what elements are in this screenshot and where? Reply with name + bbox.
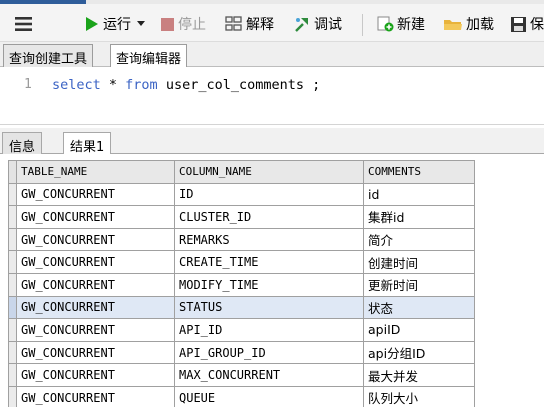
- comments-cell[interactable]: 简介: [363, 227, 475, 252]
- table-name-cell[interactable]: GW_CONCURRENT: [16, 318, 175, 342]
- row-indicator[interactable]: [8, 250, 17, 274]
- menu-button[interactable]: [14, 13, 34, 35]
- load-label: 加载: [466, 17, 494, 33]
- table-name-cell[interactable]: GW_CONCURRENT: [16, 363, 175, 387]
- table-name-cell[interactable]: GW_CONCURRENT: [16, 205, 175, 229]
- row-indicator[interactable]: [8, 385, 17, 407]
- column-name-cell[interactable]: STATUS: [174, 295, 364, 320]
- comments-cell[interactable]: 队列大小: [363, 385, 475, 407]
- table-row[interactable]: GW_CONCURRENT API_ID apiID: [8, 318, 475, 342]
- row-indicator[interactable]: [8, 227, 17, 252]
- save-button[interactable]: 保: [510, 13, 544, 35]
- row-indicator-header[interactable]: [8, 160, 17, 184]
- result-grid: TABLE_NAME COLUMN_NAME COMMENTS GW_CONCU…: [0, 154, 544, 407]
- sql-editor[interactable]: 1 select * from user_col_comments ;: [0, 67, 544, 125]
- row-indicator[interactable]: [8, 272, 17, 297]
- row-indicator[interactable]: [8, 340, 17, 365]
- explain-label: 解释: [246, 17, 274, 33]
- toolbar: 运行 停止 解释 调试 新建 加载 保: [0, 4, 544, 42]
- dropdown-arrow-icon[interactable]: [137, 21, 145, 27]
- comments-cell[interactable]: 创建时间: [363, 250, 475, 274]
- table-row[interactable]: GW_CONCURRENT CREATE_TIME 创建时间: [8, 250, 475, 274]
- code-rest: user_col_comments ;: [157, 77, 321, 93]
- comments-cell[interactable]: 集群id: [363, 205, 475, 229]
- table-name-cell[interactable]: GW_CONCURRENT: [16, 227, 175, 252]
- new-icon: [376, 15, 394, 33]
- header-row: TABLE_NAME COLUMN_NAME COMMENTS: [8, 160, 475, 184]
- row-indicator[interactable]: [8, 182, 17, 207]
- run-button[interactable]: 运行: [84, 13, 145, 35]
- debug-label: 调试: [314, 17, 342, 33]
- line-number: 1: [24, 77, 32, 92]
- table-name-cell[interactable]: GW_CONCURRENT: [16, 272, 175, 297]
- table-row[interactable]: GW_CONCURRENT MAX_CONCURRENT 最大并发: [8, 363, 475, 387]
- stop-icon: [160, 17, 175, 32]
- debug-icon: [293, 15, 311, 33]
- table-row[interactable]: GW_CONCURRENT API_GROUP_ID api分组ID: [8, 340, 475, 365]
- tab-result-1[interactable]: 结果1: [63, 132, 112, 155]
- toolbar-separator: [362, 14, 363, 36]
- tab-query-builder[interactable]: 查询创建工具: [3, 44, 94, 67]
- explain-button[interactable]: 解释: [225, 13, 274, 35]
- play-icon: [84, 16, 100, 32]
- column-name-cell[interactable]: MAX_CONCURRENT: [174, 363, 364, 387]
- menu-icon: [14, 15, 34, 33]
- query-tab-bar: 查询创建工具 查询编辑器: [0, 42, 544, 68]
- load-icon: [443, 16, 463, 32]
- table-row[interactable]: GW_CONCURRENT QUEUE 队列大小: [8, 385, 475, 407]
- result-table: TABLE_NAME COLUMN_NAME COMMENTS GW_CONCU…: [8, 160, 475, 407]
- comments-cell[interactable]: apiID: [363, 318, 475, 342]
- table-row[interactable]: GW_CONCURRENT ID id: [8, 182, 475, 207]
- sql-code[interactable]: select * from user_col_comments ;: [52, 77, 320, 93]
- code-star: *: [100, 77, 126, 93]
- comments-cell[interactable]: 状态: [363, 295, 475, 320]
- save-label: 保: [530, 17, 544, 33]
- stop-button[interactable]: 停止: [160, 13, 206, 35]
- row-indicator[interactable]: [8, 295, 17, 320]
- column-header-table-name[interactable]: TABLE_NAME: [16, 160, 175, 184]
- row-indicator[interactable]: [8, 205, 17, 229]
- comments-cell[interactable]: 最大并发: [363, 363, 475, 387]
- table-row[interactable]: GW_CONCURRENT MODIFY_TIME 更新时间: [8, 272, 475, 297]
- column-name-cell[interactable]: MODIFY_TIME: [174, 272, 364, 297]
- column-name-cell[interactable]: CREATE_TIME: [174, 250, 364, 274]
- debug-button[interactable]: 调试: [293, 13, 342, 35]
- result-tab-bar: 信息 结果1: [0, 128, 544, 155]
- column-header-column-name[interactable]: COLUMN_NAME: [174, 160, 364, 184]
- explain-icon: [225, 16, 243, 32]
- new-label: 新建: [397, 17, 425, 33]
- column-name-cell[interactable]: CLUSTER_ID: [174, 205, 364, 229]
- column-name-cell[interactable]: API_ID: [174, 318, 364, 342]
- comments-cell[interactable]: id: [363, 182, 475, 207]
- table-name-cell[interactable]: GW_CONCURRENT: [16, 385, 175, 407]
- comments-cell[interactable]: 更新时间: [363, 272, 475, 297]
- table-row[interactable]: GW_CONCURRENT REMARKS 简介: [8, 227, 475, 252]
- tab-info[interactable]: 信息: [2, 132, 43, 155]
- table-name-cell[interactable]: GW_CONCURRENT: [16, 250, 175, 274]
- table-name-cell[interactable]: GW_CONCURRENT: [16, 182, 175, 207]
- column-name-cell[interactable]: QUEUE: [174, 385, 364, 407]
- tab-query-editor[interactable]: 查询编辑器: [110, 44, 188, 68]
- stop-label: 停止: [178, 17, 206, 33]
- column-name-cell[interactable]: REMARKS: [174, 227, 364, 252]
- table-row-selected[interactable]: GW_CONCURRENT STATUS 状态: [8, 295, 475, 320]
- run-label: 运行: [103, 17, 131, 33]
- table-row[interactable]: GW_CONCURRENT CLUSTER_ID 集群id: [8, 205, 475, 229]
- column-name-cell[interactable]: ID: [174, 182, 364, 207]
- column-header-comments[interactable]: COMMENTS: [363, 160, 475, 184]
- comments-cell[interactable]: api分组ID: [363, 340, 475, 365]
- table-name-cell[interactable]: GW_CONCURRENT: [16, 295, 175, 320]
- row-indicator[interactable]: [8, 318, 17, 342]
- row-indicator[interactable]: [8, 363, 17, 387]
- new-button[interactable]: 新建: [376, 13, 425, 35]
- column-name-cell[interactable]: API_GROUP_ID: [174, 340, 364, 365]
- table-name-cell[interactable]: GW_CONCURRENT: [16, 340, 175, 365]
- save-icon: [510, 16, 527, 33]
- keyword-select: select: [52, 77, 101, 93]
- load-button[interactable]: 加载: [443, 13, 494, 35]
- keyword-from: from: [125, 77, 158, 93]
